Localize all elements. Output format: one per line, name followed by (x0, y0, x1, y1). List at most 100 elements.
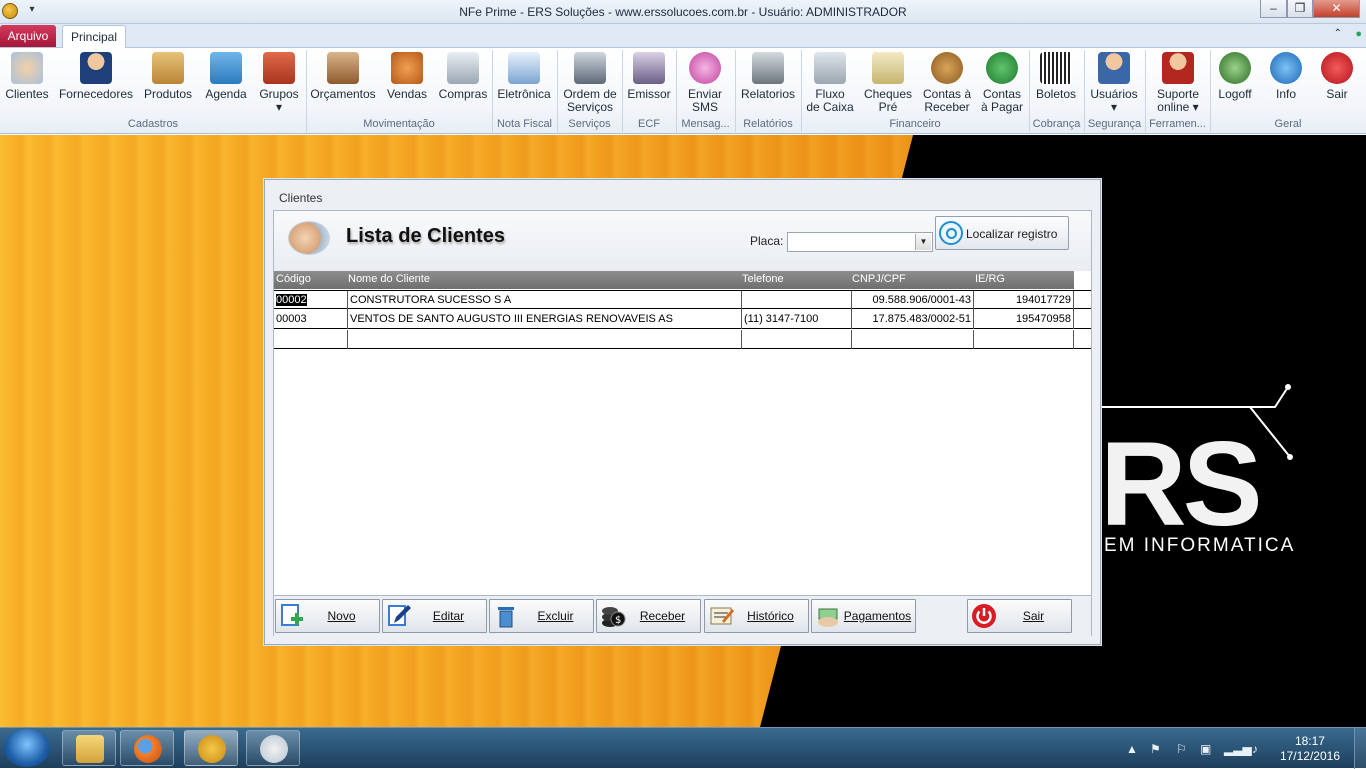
help-icon[interactable]: ● (1355, 28, 1362, 40)
cell-codigo[interactable]: 00002 (276, 294, 307, 306)
group-label-servicos: Serviços (568, 118, 611, 130)
action-center-icon[interactable]: ⚐ (1176, 742, 1187, 756)
show-desktop-button[interactable] (1354, 728, 1366, 769)
ribbon-ordem-servicos-button[interactable]: Ordem de Serviços (559, 52, 621, 118)
cell-telefone[interactable]: (11) 3147-7100 (742, 310, 852, 329)
start-button[interactable] (4, 729, 50, 767)
signal-icon[interactable]: ▂▃▅ (1224, 742, 1252, 756)
report-printer-icon (752, 52, 784, 84)
column-header-nome[interactable]: Nome do Cliente (348, 273, 430, 285)
localizar-registro-button[interactable]: Localizar registro (935, 216, 1069, 250)
power-icon (972, 604, 996, 628)
group-label-relatorios: Relatórios (743, 118, 793, 130)
clock-time: 18:17 (1294, 734, 1325, 748)
sair-label: Sair (1022, 609, 1045, 623)
clock[interactable]: 18:17 17/12/2016 (1280, 734, 1340, 764)
ribbon-clientes-button[interactable]: Clientes (2, 52, 52, 118)
close-button[interactable]: ✕ (1313, 0, 1360, 18)
ribbon-fornecedores-button[interactable]: Fornecedores (56, 52, 136, 118)
historico-button[interactable]: Histórico (704, 599, 809, 633)
maximize-button[interactable]: ❒ (1287, 0, 1313, 18)
excluir-label: Excluir (537, 609, 574, 623)
device-icon[interactable]: ▣ (1200, 742, 1211, 756)
ribbon-relatorios-button[interactable]: Relatorios (737, 52, 799, 118)
tab-principal[interactable]: Principal (62, 25, 126, 49)
cash-register-icon (814, 52, 846, 84)
system-tray: ▲ ⚑ ⚐ ▣ ▂▃▅ ♪ 18:17 17/12/2016 (1106, 728, 1366, 769)
barcode-icon (1040, 52, 1072, 84)
ribbon-orcamentos-button[interactable]: Orçamentos (308, 52, 378, 118)
ribbon-emissor-button[interactable]: Emissor (624, 52, 674, 118)
ribbon-boletos-button[interactable]: Boletos (1031, 52, 1081, 118)
cell-nome[interactable]: CONSTRUTORA SUCESSO S A (348, 291, 742, 310)
basket-icon (391, 52, 423, 84)
nfe-prime-app-icon (198, 735, 226, 763)
cell-ie[interactable]: 194017729 (974, 291, 1074, 310)
historico-label: Histórico (747, 609, 794, 623)
pagamentos-button[interactable]: Pagamentos (811, 599, 916, 633)
cell-cnpj[interactable]: 09.588.906/0001-43 (852, 291, 974, 310)
column-header-ie[interactable]: IE/RG (975, 273, 1005, 285)
table-row[interactable]: 00003 VENTOS DE SANTO AUGUSTO III ENERGI… (274, 310, 1091, 329)
box-icon (152, 52, 184, 84)
search-icon (939, 221, 963, 245)
receber-button[interactable]: $ Receber (596, 599, 701, 633)
network-flag-icon[interactable]: ⚑ (1150, 742, 1161, 756)
ribbon-sair-button[interactable]: Sair (1314, 52, 1360, 118)
ribbon-agenda-button[interactable]: Agenda (200, 52, 252, 118)
ribbon-cheques-button[interactable]: Cheques Pré (860, 52, 916, 118)
excluir-button[interactable]: Excluir (489, 599, 594, 633)
novo-button[interactable]: Novo (275, 599, 380, 633)
volume-icon[interactable]: ♪ (1252, 742, 1258, 756)
column-header-cnpj[interactable]: CNPJ/CPF (852, 273, 906, 285)
column-header-telefone[interactable]: Telefone (742, 273, 784, 285)
collapse-ribbon-icon[interactable]: ⌃ (1334, 28, 1342, 39)
ribbon-info-button[interactable]: Info (1264, 52, 1308, 118)
taskbar-explorer[interactable] (62, 730, 116, 766)
users-icon (1098, 52, 1130, 84)
quote-house-icon (327, 52, 359, 84)
editar-button[interactable]: Editar (382, 599, 487, 633)
clientes-table[interactable]: Código Nome do Cliente Telefone CNPJ/CPF… (274, 271, 1091, 593)
cell-codigo[interactable]: 00003 (274, 310, 348, 329)
handshake-icon (288, 221, 330, 255)
chevron-down-icon[interactable]: ▼ (915, 234, 931, 250)
cell-nome[interactable]: VENTOS DE SANTO AUGUSTO III ENERGIAS REN… (348, 310, 742, 329)
ribbon-usuarios-button[interactable]: Usuários ▾ (1086, 52, 1142, 118)
ribbon-produtos-button[interactable]: Produtos (140, 52, 196, 118)
ribbon-logoff-button[interactable]: Logoff (1212, 52, 1258, 118)
minimize-button[interactable]: – (1260, 0, 1287, 18)
ribbon-contas-pagar-button[interactable]: Contas à Pagar (977, 52, 1027, 118)
ribbon-vendas-button[interactable]: Vendas (382, 52, 432, 118)
placa-select[interactable]: ▼ (787, 232, 933, 252)
ribbon-eletronica-button[interactable]: Eletrônica (494, 52, 554, 118)
title-bar: ▾ NFe Prime - ERS Soluções - www.erssolu… (0, 0, 1366, 24)
table-row[interactable]: 00002 CONSTRUTORA SUCESSO S A 09.588.906… (274, 290, 1091, 310)
taskbar-paint[interactable] (246, 730, 300, 766)
trash-icon (498, 607, 514, 628)
ribbon-compras-button[interactable]: Compras (436, 52, 490, 118)
tab-arquivo[interactable]: Arquivo (0, 25, 56, 47)
support-agent-icon (1162, 52, 1194, 84)
tray-expand-icon[interactable]: ▲ (1126, 742, 1138, 756)
table-row-empty[interactable] (274, 330, 1091, 349)
localizar-registro-label: Localizar registro (966, 227, 1058, 241)
add-document-icon (281, 604, 303, 626)
cell-ie[interactable]: 195470958 (974, 310, 1074, 329)
cell-cnpj[interactable]: 17.875.483/0002-51 (852, 310, 974, 329)
taskbar-nfe-prime[interactable] (184, 730, 238, 766)
group-label-financeiro: Financeiro (889, 118, 941, 130)
ribbon-grupos-button[interactable]: Grupos ▾ (254, 52, 304, 118)
sms-bubble-icon (689, 52, 721, 84)
column-header-codigo[interactable]: Código (276, 273, 311, 285)
ribbon-enviar-sms-button[interactable]: Enviar SMS (678, 52, 732, 118)
ribbon-suporte-online-button[interactable]: Suporte online ▾ (1147, 52, 1209, 118)
ribbon-fluxo-caixa-button[interactable]: Fluxo de Caixa (803, 52, 857, 118)
group-label-movimentacao: Movimentação (363, 118, 435, 130)
ribbon-contas-receber-button[interactable]: Contas à Receber (919, 52, 975, 118)
info-icon (1270, 52, 1302, 84)
taskbar-firefox[interactable] (120, 730, 174, 766)
page-title: Lista de Clientes (346, 225, 505, 247)
cell-telefone[interactable] (742, 291, 852, 310)
sair-button[interactable]: Sair (967, 599, 1072, 633)
